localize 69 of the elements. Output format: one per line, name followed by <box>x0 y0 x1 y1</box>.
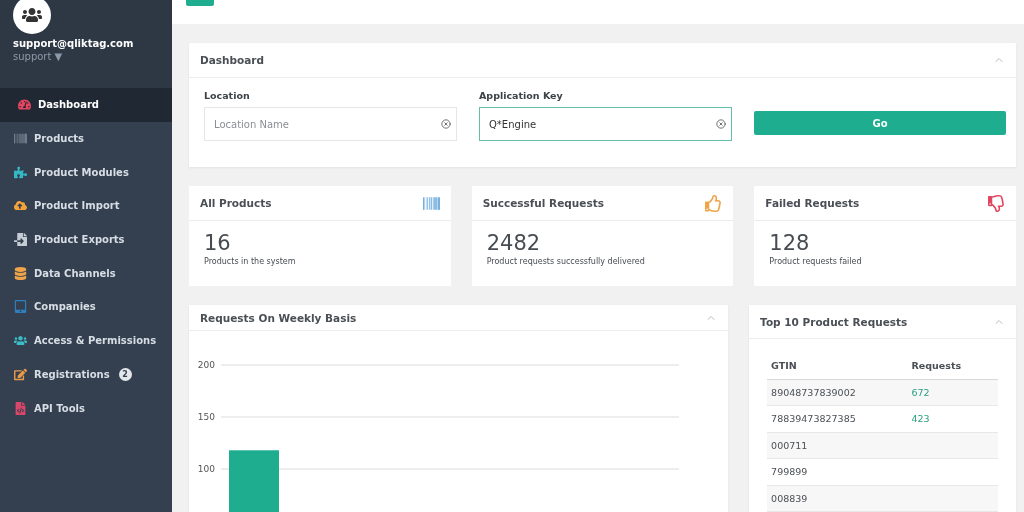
sidebar-item[interactable]: Product Exports <box>0 222 172 257</box>
sidebar-item[interactable]: Product Import <box>0 189 172 223</box>
table-cell-text: 672 <box>910 386 931 398</box>
sidebar-item[interactable]: Products <box>0 121 172 156</box>
stat-caption: Product requests failed <box>769 257 863 266</box>
sidebar-item[interactable]: Dashboard <box>0 88 172 122</box>
field-label: Location <box>204 90 251 101</box>
thumbs-up-icon <box>705 194 723 212</box>
tablet-icon <box>14 300 27 314</box>
sidebar-item[interactable]: Access & Permissions <box>0 323 172 358</box>
sidebar-label: Companies <box>34 301 96 313</box>
table-cell-text: 78839473827385 <box>770 413 857 425</box>
role-dropdown[interactable]: support ▼ <box>13 51 172 62</box>
clear-icon[interactable] <box>716 119 726 129</box>
cloud-upload-icon <box>14 199 27 213</box>
puzzle-icon <box>14 165 27 179</box>
sidebar-label: Access & Permissions <box>34 335 157 347</box>
sidebar-item[interactable]: Data Channels <box>0 256 172 291</box>
users-icon <box>14 334 27 348</box>
column-header: Requests <box>910 360 963 372</box>
table-cell-text: 89048737839002 <box>770 386 857 398</box>
edit-icon <box>14 367 27 381</box>
sidebar-label: Products <box>34 133 85 145</box>
column-header: GTIN <box>770 360 798 372</box>
sidebar-item[interactable]: Companies <box>0 290 172 324</box>
top-button[interactable] <box>186 0 214 6</box>
table-cell-text: 008839 <box>770 492 809 504</box>
sidebar-label: Product Exports <box>34 234 125 246</box>
sidebar-label: API Tools <box>34 402 85 414</box>
user-email: support@qliktag.com <box>13 38 135 49</box>
logo-icon <box>22 5 42 25</box>
sidebar-label: Product Modules <box>34 166 129 178</box>
sidebar-item[interactable]: Registrations 2 <box>0 357 172 392</box>
sidebar-label: Dashboard <box>38 99 99 111</box>
bar <box>229 450 279 512</box>
card-title: All Products <box>200 197 272 209</box>
sidebar-item[interactable]: Product Modules <box>0 155 172 190</box>
code-file-icon <box>14 401 27 415</box>
file-icon <box>14 233 27 247</box>
input-field[interactable]: Location Name <box>204 107 457 141</box>
panel-title: Top 10 Product Requests <box>760 315 908 328</box>
stat-caption: Product requests successfully delivered <box>486 257 646 266</box>
panel-title: Requests On Weekly Basis <box>200 311 357 324</box>
stat-value: 2482 <box>486 231 542 255</box>
field-label: Application Key <box>479 90 564 101</box>
table-cell-text: 799899 <box>770 466 809 478</box>
clear-icon[interactable] <box>441 119 451 129</box>
barcode-icon <box>14 132 27 146</box>
axis-tick-label: 150 <box>197 412 215 423</box>
stat-value: 16 <box>204 231 232 255</box>
thumbs-down-icon <box>988 194 1005 212</box>
barcode-icon <box>422 194 440 212</box>
input-field[interactable]: Q*Engine <box>479 107 732 141</box>
sidebar-label: Product Import <box>34 200 120 212</box>
axis-tick-label: 200 <box>197 360 215 371</box>
stat-value: 128 <box>769 231 811 255</box>
table-cell-text: 423 <box>910 413 931 425</box>
gauge-icon <box>18 98 31 112</box>
sidebar-item[interactable]: API Tools <box>0 391 172 425</box>
database-icon <box>14 266 27 280</box>
sidebar-label: Data Channels <box>34 267 116 279</box>
table-cell-text: 000711 <box>770 439 809 451</box>
count-badge: 2 <box>118 367 132 381</box>
panel-title: Dashboard <box>200 54 265 66</box>
axis-tick-label: 100 <box>197 464 215 475</box>
sidebar-label: Registrations <box>34 368 110 380</box>
stat-caption: Products in the system <box>204 257 297 266</box>
card-title: Successful Requests <box>482 197 604 209</box>
card-title: Failed Requests <box>765 197 860 209</box>
